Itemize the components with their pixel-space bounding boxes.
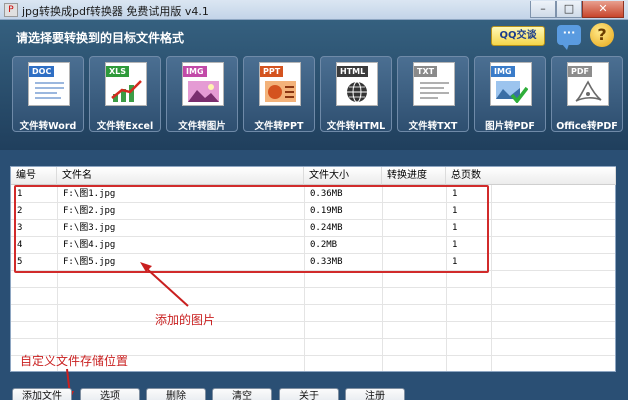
window-title: jpg转换成pdf转换器 免费试用版 v4.1	[22, 5, 209, 18]
tile-label: 文件转图片	[178, 121, 226, 132]
office-to-pdf-icon: PDF	[567, 62, 609, 106]
tile-tag: HTML	[337, 66, 369, 77]
tile-tag: XLS	[106, 66, 130, 77]
tile-tag: IMG	[183, 66, 207, 77]
tile-label: 图片转PDF	[485, 121, 535, 132]
close-button[interactable]: ✕	[582, 1, 624, 18]
excel-chart-icon: XLS	[105, 62, 147, 106]
txt-icon: TXT	[413, 62, 455, 106]
col-header-size[interactable]: 文件大小	[304, 167, 382, 185]
image-icon: IMG	[182, 62, 224, 106]
file-list[interactable]: 编号 文件名 文件大小 转换进度 总页数 1 F:\图1.jpg 0.36MB …	[10, 166, 616, 372]
qq-chat-button[interactable]: QQ交谈	[491, 26, 545, 46]
tile-tag: IMG	[491, 66, 515, 77]
tile-tag: PPT	[260, 66, 284, 77]
help-icon[interactable]: ?	[590, 23, 614, 47]
image-to-pdf-icon: IMG	[490, 62, 532, 106]
tile-html[interactable]: HTML 文件转HTML	[320, 56, 392, 132]
highlight-box	[14, 185, 489, 273]
tile-tag: TXT	[414, 66, 438, 77]
empty-row	[11, 305, 615, 322]
tile-tag: DOC	[29, 66, 55, 77]
tile-label: 文件转Word	[19, 121, 77, 132]
delete-button[interactable]: 删除	[146, 388, 206, 400]
tile-image-to-pdf[interactable]: IMG 图片转PDF	[474, 56, 546, 132]
col-header-number[interactable]: 编号	[11, 167, 57, 185]
tile-label: Office转PDF	[556, 121, 618, 132]
tile-office-to-pdf[interactable]: PDF Office转PDF	[551, 56, 623, 132]
tile-label: 文件转Excel	[96, 121, 154, 132]
tile-excel[interactable]: XLS 文件转Excel	[89, 56, 161, 132]
tile-ppt[interactable]: PPT 文件转PPT	[243, 56, 315, 132]
tile-label: 文件转PPT	[254, 121, 304, 132]
tile-image[interactable]: IMG 文件转图片	[166, 56, 238, 132]
register-button[interactable]: 注册	[345, 388, 405, 400]
col-header-filename[interactable]: 文件名	[57, 167, 304, 185]
tile-word[interactable]: DOC 文件转Word	[12, 56, 84, 132]
minimize-button[interactable]: –	[530, 1, 556, 18]
col-header-progress[interactable]: 转换进度	[382, 167, 446, 185]
tile-label: 文件转HTML	[326, 121, 386, 132]
empty-row	[11, 322, 615, 339]
col-header-pages[interactable]: 总页数	[446, 167, 616, 185]
title-bar: P jpg转换成pdf转换器 免费试用版 v4.1 – □ ✕	[0, 0, 628, 20]
ppt-icon: PPT	[259, 62, 301, 106]
tile-txt[interactable]: TXT 文件转TXT	[397, 56, 469, 132]
format-prompt: 请选择要转换到的目标文件格式	[16, 31, 185, 45]
about-button[interactable]: 关于	[279, 388, 339, 400]
clear-button[interactable]: 清空	[212, 388, 272, 400]
html-globe-icon: HTML	[336, 62, 378, 106]
window-controls: – □ ✕	[530, 1, 624, 19]
annotation-custom-location: 自定义文件存储位置	[20, 354, 129, 368]
tile-tag: PDF	[568, 66, 592, 77]
options-button[interactable]: 选项	[80, 388, 140, 400]
empty-row	[11, 288, 615, 305]
tile-label: 文件转TXT	[408, 121, 458, 132]
maximize-button[interactable]: □	[556, 1, 582, 18]
annotation-added-images: 添加的图片	[155, 313, 216, 327]
chat-bubble-icon[interactable]: ···	[557, 25, 581, 50]
word-doc-icon: DOC	[28, 62, 70, 106]
add-file-button[interactable]: 添加文件	[12, 388, 72, 400]
empty-row	[11, 271, 615, 288]
app-icon: P	[4, 3, 18, 17]
